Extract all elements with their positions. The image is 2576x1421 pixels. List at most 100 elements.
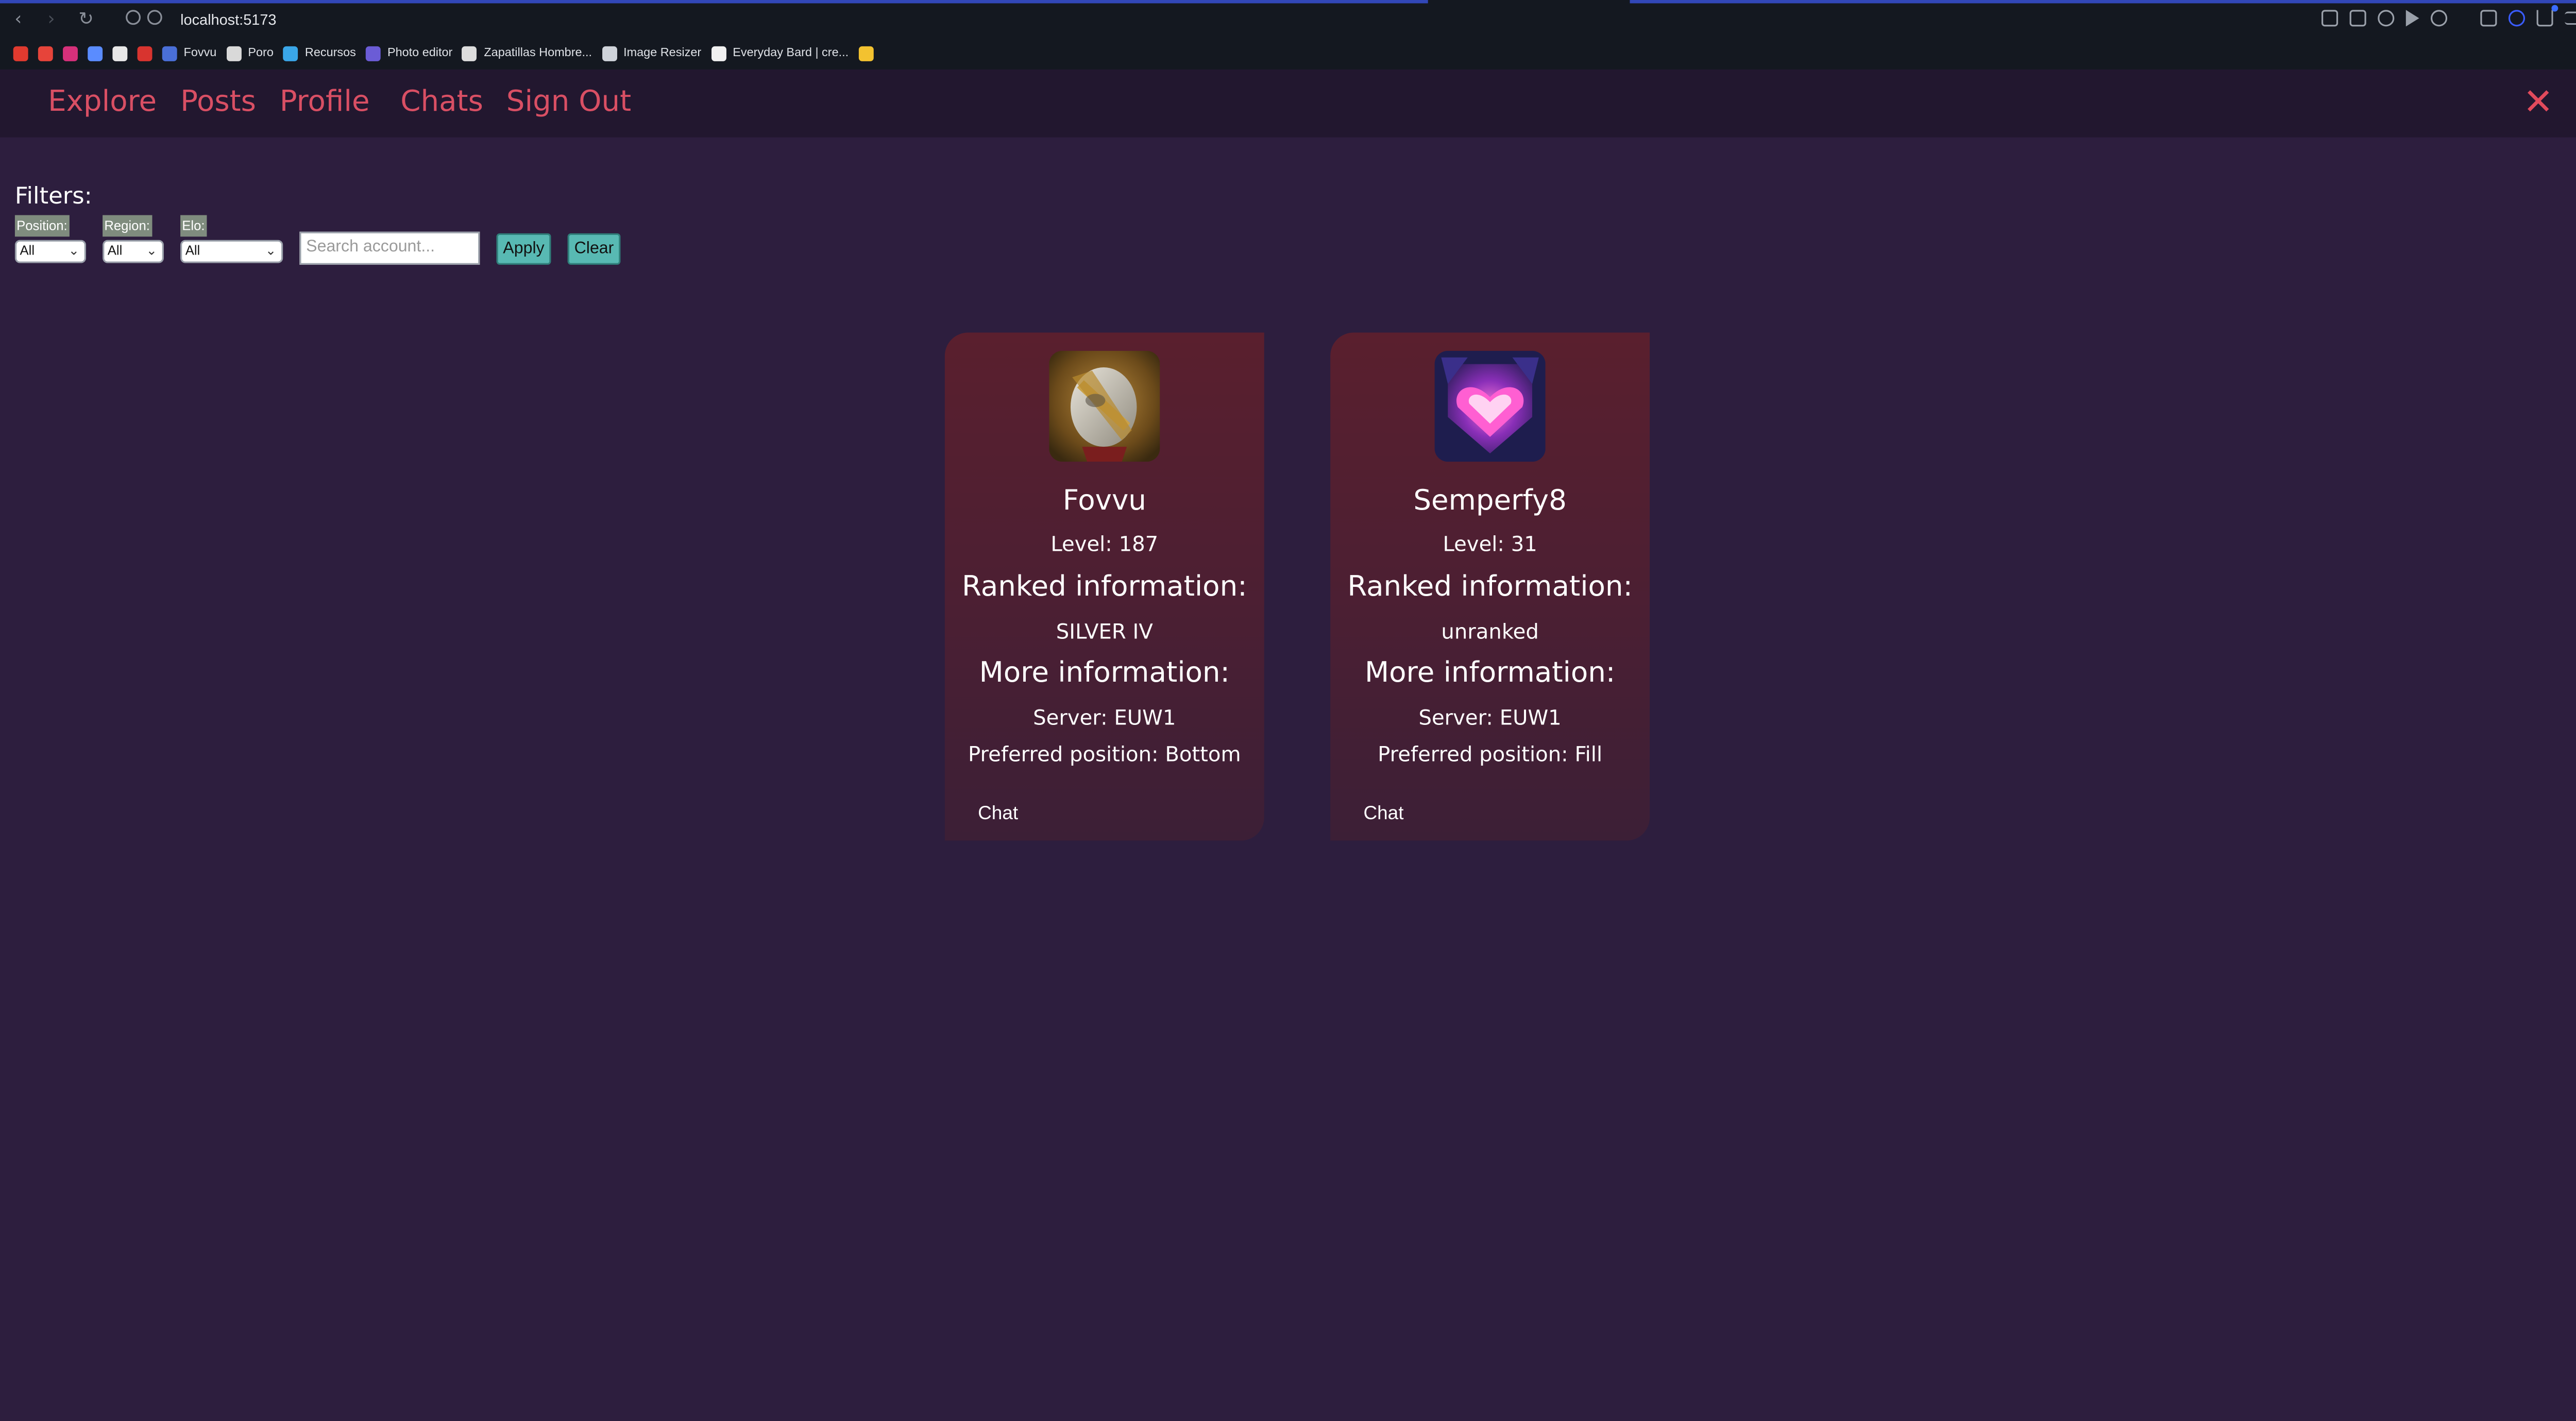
profile-icon[interactable]: [2508, 10, 2526, 27]
player-server: Server: EUW1: [1033, 705, 1176, 730]
position-filter-label: Position:: [14, 215, 69, 237]
nav-sign-out[interactable]: Sign Out: [506, 83, 631, 123]
moon-icon: [88, 45, 103, 61]
bookmark-label: Poro: [248, 44, 274, 60]
bookmark-label: Zapatillas Hombre...: [484, 44, 592, 60]
bookmark-item[interactable]: [13, 45, 28, 61]
bookmark-label: Fovvu: [183, 44, 217, 60]
fovvu-bookmark-icon: [162, 45, 177, 61]
document-icon: [112, 45, 128, 61]
elo-select[interactable]: All ⌄: [180, 240, 283, 263]
play-icon[interactable]: [2405, 10, 2419, 27]
bookmark-label: Photo editor: [387, 44, 453, 60]
youtube-icon: [13, 45, 28, 61]
bookmark-item[interactable]: [38, 45, 53, 61]
region-select[interactable]: All ⌄: [103, 240, 164, 263]
bookmark-item[interactable]: [63, 45, 78, 61]
bookmark-item[interactable]: [112, 45, 128, 61]
instagram-icon: [63, 45, 78, 61]
armored-knight-icon: [1049, 350, 1160, 462]
player-rank: SILVER IV: [1056, 619, 1153, 644]
preferred-position: Preferred position: Fill: [1378, 741, 1603, 767]
image-resizer-icon: [602, 45, 617, 61]
region-filter-label: Region:: [103, 215, 152, 237]
player-card: Fovvu Level: 187 Ranked information: SIL…: [944, 332, 1264, 841]
camera-icon[interactable]: [2349, 10, 2366, 27]
bard-icon: [711, 45, 726, 61]
screen: ‹ › ↻ localhost:5173 Fovvu Poro Recursos Ph…: [0, 0, 2576, 1421]
edit-icon[interactable]: [2321, 10, 2338, 27]
more-info-heading: More information:: [979, 657, 1230, 690]
browser-tools: [2321, 5, 2576, 27]
preferred-position: Preferred position: Bottom: [968, 741, 1241, 767]
gmail-icon: [38, 45, 53, 61]
ranked-heading: Ranked information:: [962, 571, 1247, 604]
bookmark-item[interactable]: [137, 45, 152, 61]
heart-icon[interactable]: [2430, 10, 2448, 27]
bookmark-item[interactable]: Photo editor: [366, 45, 452, 61]
bookmark-item[interactable]: Poro: [226, 44, 274, 61]
position-select[interactable]: All ⌄: [14, 240, 87, 263]
filters-title: Filters:: [14, 183, 92, 210]
chevron-down-icon: ⌄: [146, 243, 158, 259]
url-status-icons: [126, 10, 162, 25]
ranked-heading: Ranked information:: [1347, 571, 1633, 604]
bookmark-item[interactable]: [858, 45, 874, 61]
globe-icon[interactable]: [147, 10, 162, 25]
site-settings-icon[interactable]: [126, 10, 141, 25]
poro-bookmark-icon: [226, 45, 242, 61]
player-level: Level: 31: [1443, 531, 1537, 556]
loading-bar-segment: [1630, 0, 2576, 3]
bookmark-item[interactable]: [88, 45, 103, 61]
back-icon[interactable]: ‹: [7, 8, 30, 31]
app-navbar: Explore Posts Profile Chats Sign Out ✕: [0, 69, 2576, 138]
bookmark-label: Image Resizer: [623, 44, 702, 60]
address-bar[interactable]: localhost:5173: [180, 10, 276, 30]
elo-filter-label: Elo:: [180, 215, 207, 237]
region-select-value: All: [107, 243, 123, 259]
reload-icon[interactable]: ↻: [75, 8, 98, 31]
apply-button[interactable]: Apply: [496, 233, 551, 265]
zapatillas-icon: [462, 45, 478, 61]
bookmark-item[interactable]: Fovvu: [162, 44, 217, 61]
bookmark-item[interactable]: Everyday Bard | cre...: [711, 45, 849, 61]
nav-posts[interactable]: Posts: [180, 83, 256, 123]
chevron-down-icon: ⌄: [68, 243, 80, 259]
browser-toolbar: ‹ › ↻ localhost:5173 Fovvu Poro Recursos Ph…: [0, 0, 2576, 70]
recursos-bookmark-icon: [283, 45, 299, 61]
bookmark-item[interactable]: Image Resizer: [602, 45, 701, 61]
cube-icon[interactable]: [2480, 10, 2497, 27]
bookmark-item[interactable]: Zapatillas Hombre...: [462, 44, 592, 61]
nav-profile[interactable]: Profile: [280, 83, 370, 123]
photo-editor-icon: [366, 45, 381, 61]
chat-button[interactable]: Chat: [1363, 803, 1403, 827]
bookmark-label: Recursos: [304, 44, 356, 60]
chat-button[interactable]: Chat: [978, 803, 1018, 827]
shield-icon: [137, 45, 152, 61]
nav-explore[interactable]: Explore: [48, 83, 157, 123]
loading-bar: [0, 0, 1428, 3]
player-name: Fovvu: [1062, 485, 1146, 518]
menu-icon[interactable]: [2565, 11, 2576, 25]
chevron-down-icon: ⌄: [265, 243, 277, 259]
search-account-input[interactable]: Search account...: [299, 231, 480, 265]
bookmark-item[interactable]: Recursos: [283, 45, 356, 61]
player-card: Semperfy8 Level: 31 Ranked information: …: [1330, 332, 1650, 841]
player-name: Semperfy8: [1413, 485, 1567, 518]
heart-emblem-icon: [1434, 350, 1546, 462]
elo-select-value: All: [185, 243, 200, 259]
nav-chats[interactable]: Chats: [400, 83, 483, 123]
player-server: Server: EUW1: [1418, 705, 1562, 730]
shield-icon[interactable]: [2378, 10, 2395, 27]
clear-button[interactable]: Clear: [567, 233, 621, 265]
position-select-value: All: [20, 243, 35, 259]
google-drive-icon: [858, 45, 874, 61]
player-level: Level: 187: [1050, 531, 1159, 556]
more-info-heading: More information:: [1365, 657, 1616, 690]
bookmark-label: Everyday Bard | cre...: [733, 44, 849, 60]
close-icon[interactable]: ✕: [2520, 83, 2556, 124]
download-icon[interactable]: [2536, 5, 2558, 27]
bookmarks-bar: Fovvu Poro Recursos Photo editor Zapatillas …: [13, 43, 874, 63]
player-rank: unranked: [1441, 619, 1539, 644]
forward-icon[interactable]: ›: [40, 8, 63, 31]
